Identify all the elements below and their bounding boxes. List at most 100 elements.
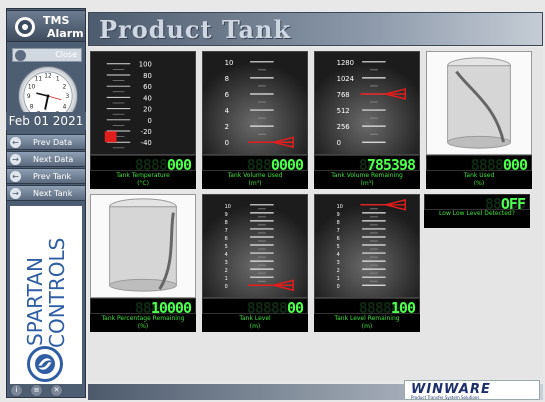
winware-tagline: Product Transfer System Solutions [411, 395, 480, 400]
tank-level-tick-label: 3 [225, 260, 228, 266]
level-remaining-caption: Tank Level Remaining (m) [314, 314, 420, 332]
settings-icon[interactable]: ≡ [30, 384, 43, 397]
svg-text:10: 10 [28, 84, 36, 90]
percentage-remaining-illustration [90, 194, 196, 298]
svg-text:4: 4 [63, 105, 67, 111]
tank-level-tick-label: 6 [225, 236, 228, 242]
tank-level-tick-label: 1 [225, 276, 228, 282]
volume-used-tick-label: 10 [225, 59, 234, 67]
level-remaining-readout: 8888888 100 [314, 298, 420, 317]
volume-remaining-tick-label: 1280 [337, 59, 354, 67]
tank-used-readout: 8888888 000 [426, 155, 532, 174]
svg-text:2: 2 [63, 84, 67, 90]
caption-line2: (m³) [360, 180, 374, 187]
prev-data-button[interactable]: ← Prev Data [6, 134, 86, 150]
temperature-fill [104, 131, 117, 143]
tank-level-tick-label: 8 [225, 220, 228, 226]
temperature-tick-label: 20 [143, 106, 152, 114]
volume-used-tick-label: 0 [225, 139, 229, 147]
temperature-tick-label: 80 [143, 72, 152, 80]
level-remaining-tick-label: 7 [337, 228, 340, 234]
volume-used-readout: 8888888 0000 [202, 155, 308, 174]
level-remaining-tick-label: 1 [337, 276, 340, 282]
spartan-controls-logo: SPARTAN CONTROLS [24, 238, 68, 348]
svg-text:9: 9 [27, 94, 31, 100]
caption-line1: Tank Level [239, 315, 271, 322]
tank-level-tick-label: 5 [225, 244, 228, 250]
volume-used-tick-label: 2 [225, 123, 229, 131]
level-remaining-tick-label: 9 [337, 212, 340, 218]
percentage-remaining-caption: Tank Percentage Remaining (%) [90, 314, 196, 332]
volume-used-caption: Tank Volume Used (m³) [202, 171, 308, 189]
caption-line2: (°C) [137, 180, 149, 187]
current-date: Feb 01 2021 [6, 112, 86, 130]
volume-remaining-tick-label: 768 [337, 91, 350, 99]
user-row[interactable]: Close [12, 48, 82, 62]
level-remaining-tick-label: 5 [337, 244, 340, 250]
prev-tank-label: Prev Tank [33, 172, 72, 181]
caption-line2: (m) [249, 323, 261, 330]
caption-line1: Tank Volume Remaining [331, 172, 403, 179]
level-remaining-tick-label: 10 [337, 204, 343, 210]
tank-level-readout: 8888888 00 [202, 298, 308, 317]
next-tank-label: Next Tank [33, 189, 73, 198]
lowlow-readout: 88888 OFF [424, 194, 530, 213]
tank-used-caption: Tank Used (%) [426, 171, 532, 189]
level-remaining-gauge: 109876543210 [314, 194, 420, 298]
caption-line2: (%) [137, 323, 149, 330]
arrow-left-icon: ← [10, 171, 21, 182]
caption-line1: Tank Temperature [116, 172, 170, 179]
tank-level-caption: Tank Level (m) [202, 314, 308, 332]
temperature-caption: Tank Temperature (°C) [90, 171, 196, 189]
page-title: Product Tank [99, 15, 292, 44]
caption-line1: Tank Used [463, 172, 495, 179]
volume-remaining-caption: Tank Volume Remaining (m³) [314, 171, 420, 189]
svg-text:12: 12 [44, 74, 52, 80]
volume-used-gauge: 10 8 6 4 2 0 [202, 51, 308, 155]
tank-level-gauge: 109876543210 [202, 194, 308, 298]
user-icon [15, 50, 26, 61]
level-remaining-tick-label: 2 [337, 268, 340, 274]
caption-line1: Tank Level Remaining [334, 315, 400, 322]
tank-level-tick-label: 7 [225, 228, 228, 234]
temperature-tick-label: 0 [147, 117, 151, 125]
caption-line1: Tank Volume Used [227, 172, 283, 179]
level-remaining-tick-label: 6 [337, 236, 340, 242]
arrow-left-icon: ← [10, 137, 21, 148]
tms-alarm-button[interactable]: TMS Alarm [6, 10, 86, 42]
temperature-gauge: 100 80 60 40 20 0 -20 -40 [90, 51, 196, 155]
tank-level-tick-label: 9 [225, 212, 228, 218]
level-remaining-tick-label: 4 [337, 252, 340, 258]
tms-logo-icon [15, 17, 35, 37]
prev-tank-button[interactable]: ← Prev Tank [6, 168, 86, 184]
next-data-label: Next Data [33, 155, 74, 164]
close-link[interactable]: Close [55, 50, 77, 59]
temperature-tick-label: -40 [141, 139, 152, 147]
tank-level-tick-label: 10 [225, 204, 231, 210]
volume-remaining-readout: 8888888 785398 [314, 155, 420, 174]
temperature-tick-label: 40 [143, 94, 152, 102]
caption-line2: (%) [473, 180, 485, 187]
volume-used-tick-label: 4 [225, 107, 229, 115]
volume-remaining-gauge: 1280 1024 768 512 256 0 [314, 51, 420, 155]
prev-data-label: Prev Data [33, 138, 73, 147]
svg-text:1: 1 [56, 77, 60, 83]
level-remaining-tick-label: 0 [337, 284, 340, 290]
volume-used-tick-label: 6 [225, 91, 229, 99]
tank-level-tick-label: 4 [225, 252, 228, 258]
caption-line1: Tank Percentage Remaining [101, 315, 185, 322]
brand-line2: CONTROLS [45, 238, 68, 348]
volume-remaining-tick-label: 0 [337, 139, 341, 147]
next-tank-button[interactable]: → Next Tank [6, 185, 86, 201]
tank-used-illustration [426, 51, 532, 155]
svg-text:11: 11 [35, 77, 43, 83]
tools-icon[interactable]: ✕ [50, 384, 63, 397]
level-remaining-tick-label: 3 [337, 260, 340, 266]
next-data-button[interactable]: → Next Data [6, 151, 86, 167]
temperature-tick-label: 100 [139, 61, 152, 69]
spartan-swirl-icon [27, 346, 63, 382]
info-icon[interactable]: i [10, 384, 23, 397]
main-content: 100 80 60 40 20 0 -20 -40 8888888 000 Tank Temp… [88, 48, 543, 382]
temperature-tick-label: -20 [141, 128, 152, 136]
lowlow-caption: Low Low Level Detected? [439, 210, 515, 217]
